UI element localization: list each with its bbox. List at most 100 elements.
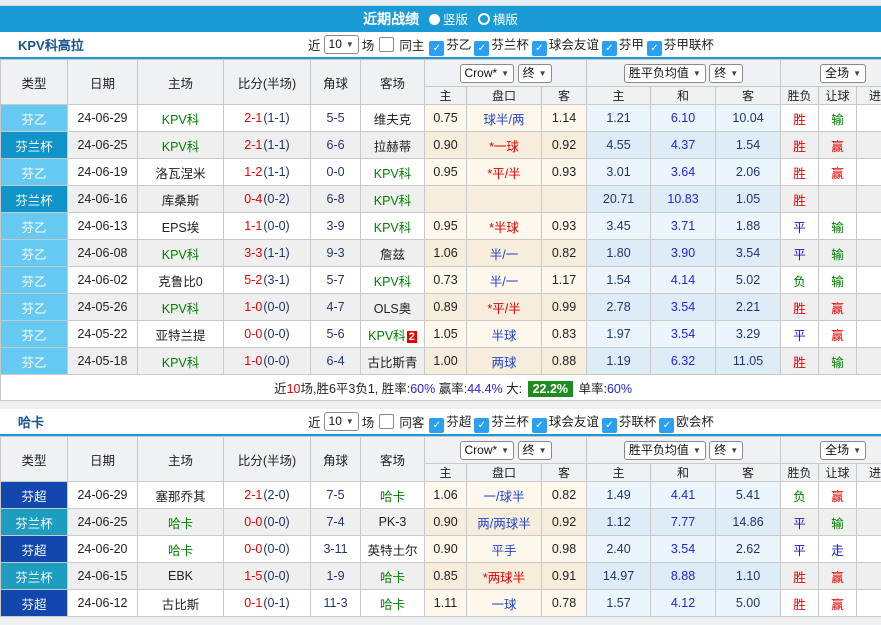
odds-company-select[interactable]: Crow*▼ (460, 441, 515, 460)
avg-group-header: 胜平负均值▼ 终▼ (587, 60, 781, 87)
away-team-name: 哈卡 (380, 598, 405, 612)
avg-type-select[interactable]: 胜平负均值▼ (624, 441, 706, 460)
away-team: KPV科 (361, 267, 425, 294)
league-filter[interactable]: ✓球会友谊 (530, 38, 599, 52)
league-filter[interactable]: ✓芬乙 (427, 38, 471, 52)
home-team: KPV科 (138, 348, 224, 375)
handicap: 两球 (467, 348, 542, 375)
goals-cell (857, 563, 881, 590)
away-team: 哈卡 (361, 482, 425, 509)
handicap: *平/半 (467, 294, 542, 321)
league-checkbox-checked-icon[interactable]: ✓ (602, 418, 617, 433)
odds-company-select[interactable]: Crow*▼ (460, 64, 515, 83)
home-odds: 1.05 (425, 321, 467, 348)
corner-score: 4-7 (311, 294, 361, 321)
same-venue-checkbox[interactable] (379, 414, 394, 429)
avg-draw-odds: 3.71 (651, 213, 716, 240)
match-date: 24-05-26 (68, 294, 138, 321)
league-checkbox-checked-icon[interactable]: ✓ (429, 418, 444, 433)
league-filter[interactable]: ✓球会友谊 (530, 415, 599, 429)
league-checkbox-checked-icon[interactable]: ✓ (647, 41, 662, 56)
league-filter[interactable]: ✓芬甲 (600, 38, 644, 52)
match-result: 负 (781, 482, 819, 509)
sub-header-goals: 进球 (857, 464, 881, 482)
handicap: *一球 (467, 132, 542, 159)
scope-select[interactable]: 全场▼ (820, 64, 866, 83)
full-score: 0-1 (244, 596, 262, 610)
section-gap (0, 617, 881, 625)
league-checkbox-checked-icon[interactable]: ✓ (532, 41, 547, 56)
recent-count-value: 10 (329, 36, 342, 53)
score: 0-4(0-2) (224, 186, 311, 213)
avg-draw-odds: 4.12 (651, 590, 716, 617)
home-team-name: 库桑斯 (162, 194, 200, 208)
scope-value: 全场 (825, 442, 849, 459)
col-header-score: 比分(半场) (224, 60, 311, 105)
avg-time-select[interactable]: 终▼ (709, 441, 743, 460)
chevron-down-icon: ▼ (539, 442, 547, 459)
away-odds: 0.93 (542, 213, 587, 240)
league-filter[interactable]: ✓芬兰杯 (472, 38, 529, 52)
same-venue-checkbox[interactable] (379, 37, 394, 52)
chevron-down-icon: ▼ (501, 65, 509, 82)
horizontal-layout-option[interactable]: 横版 (478, 13, 518, 27)
avg-draw-odds: 4.37 (651, 132, 716, 159)
avg-away-odds: 2.62 (716, 536, 781, 563)
avg-time-select[interactable]: 终▼ (709, 64, 743, 83)
league-filter[interactable]: ✓芬超 (427, 415, 471, 429)
league-checkbox-checked-icon[interactable]: ✓ (474, 418, 489, 433)
avg-type-select[interactable]: 胜平负均值▼ (624, 64, 706, 83)
score: 0-0(0-0) (224, 321, 311, 348)
handicap: 半球 (467, 321, 542, 348)
league-filter[interactable]: ✓芬兰杯 (472, 415, 529, 429)
league-checkbox-checked-icon[interactable]: ✓ (602, 41, 617, 56)
vertical-layout-option[interactable]: 竖版 (429, 13, 468, 27)
matches-table: 类型 日期 主场 比分(半场) 角球 客场 Crow*▼ 终▼ 胜平负均值▼ 终… (0, 59, 881, 401)
avg-draw-odds: 7.77 (651, 509, 716, 536)
home-team: 古比斯 (138, 590, 224, 617)
match-date: 24-06-29 (68, 482, 138, 509)
league-checkbox-checked-icon[interactable]: ✓ (532, 418, 547, 433)
league-filter[interactable]: ✓欧会杯 (657, 415, 714, 429)
match-result: 胜 (781, 105, 819, 132)
avg-home-odds: 1.12 (587, 509, 651, 536)
league-checkbox-checked-icon[interactable]: ✓ (659, 418, 674, 433)
sub-header-avg-draw: 和 (651, 464, 716, 482)
league-filter[interactable]: ✓芬甲联杯 (645, 38, 714, 52)
league-filter[interactable]: ✓芬联杯 (600, 415, 657, 429)
summary-single-rate: 60% (607, 382, 632, 396)
radio-unselected-icon[interactable] (478, 13, 490, 25)
same-venue-label: 同客 (399, 412, 424, 431)
half-score: (0-0) (263, 300, 289, 314)
home-team-name: KPV科 (162, 113, 200, 127)
full-score: 3-3 (244, 246, 262, 260)
away-odds: 1.14 (542, 105, 587, 132)
recent-count-select[interactable]: 10▼ (324, 412, 359, 431)
goals-cell (857, 321, 881, 348)
scope-select[interactable]: 全场▼ (820, 441, 866, 460)
avg-away-odds: 1.10 (716, 563, 781, 590)
league-type-badge: 芬乙 (1, 294, 68, 321)
home-team-name: EBK (168, 569, 193, 583)
recent-count-select[interactable]: 10▼ (324, 35, 359, 54)
away-team-name: KPV科 (374, 167, 412, 181)
half-score: (0-0) (263, 327, 289, 341)
avg-away-odds: 2.21 (716, 294, 781, 321)
col-header-type: 类型 (1, 437, 68, 482)
radio-selected-icon[interactable] (429, 14, 440, 25)
match-result: 胜 (781, 348, 819, 375)
league-filters: ✓芬乙✓芬兰杯✓球会友谊✓芬甲✓芬甲联杯 (427, 34, 715, 56)
section-header: 哈卡 近 10▼ 场 同客 ✓芬超✓芬兰杯✓球会友谊✓芬联杯✓欧会杯 (0, 409, 881, 436)
goals-cell (857, 213, 881, 240)
odds-time-select[interactable]: 终▼ (518, 441, 552, 460)
away-odds: 0.91 (542, 563, 587, 590)
league-checkbox-checked-icon[interactable]: ✓ (429, 41, 444, 56)
col-header-away: 客场 (361, 437, 425, 482)
home-team: EBK (138, 563, 224, 590)
half-score: (1-1) (263, 246, 289, 260)
avg-away-odds: 5.00 (716, 590, 781, 617)
avg-away-odds: 5.41 (716, 482, 781, 509)
league-checkbox-checked-icon[interactable]: ✓ (474, 41, 489, 56)
full-score: 2-1 (244, 488, 262, 502)
odds-time-select[interactable]: 终▼ (518, 64, 552, 83)
